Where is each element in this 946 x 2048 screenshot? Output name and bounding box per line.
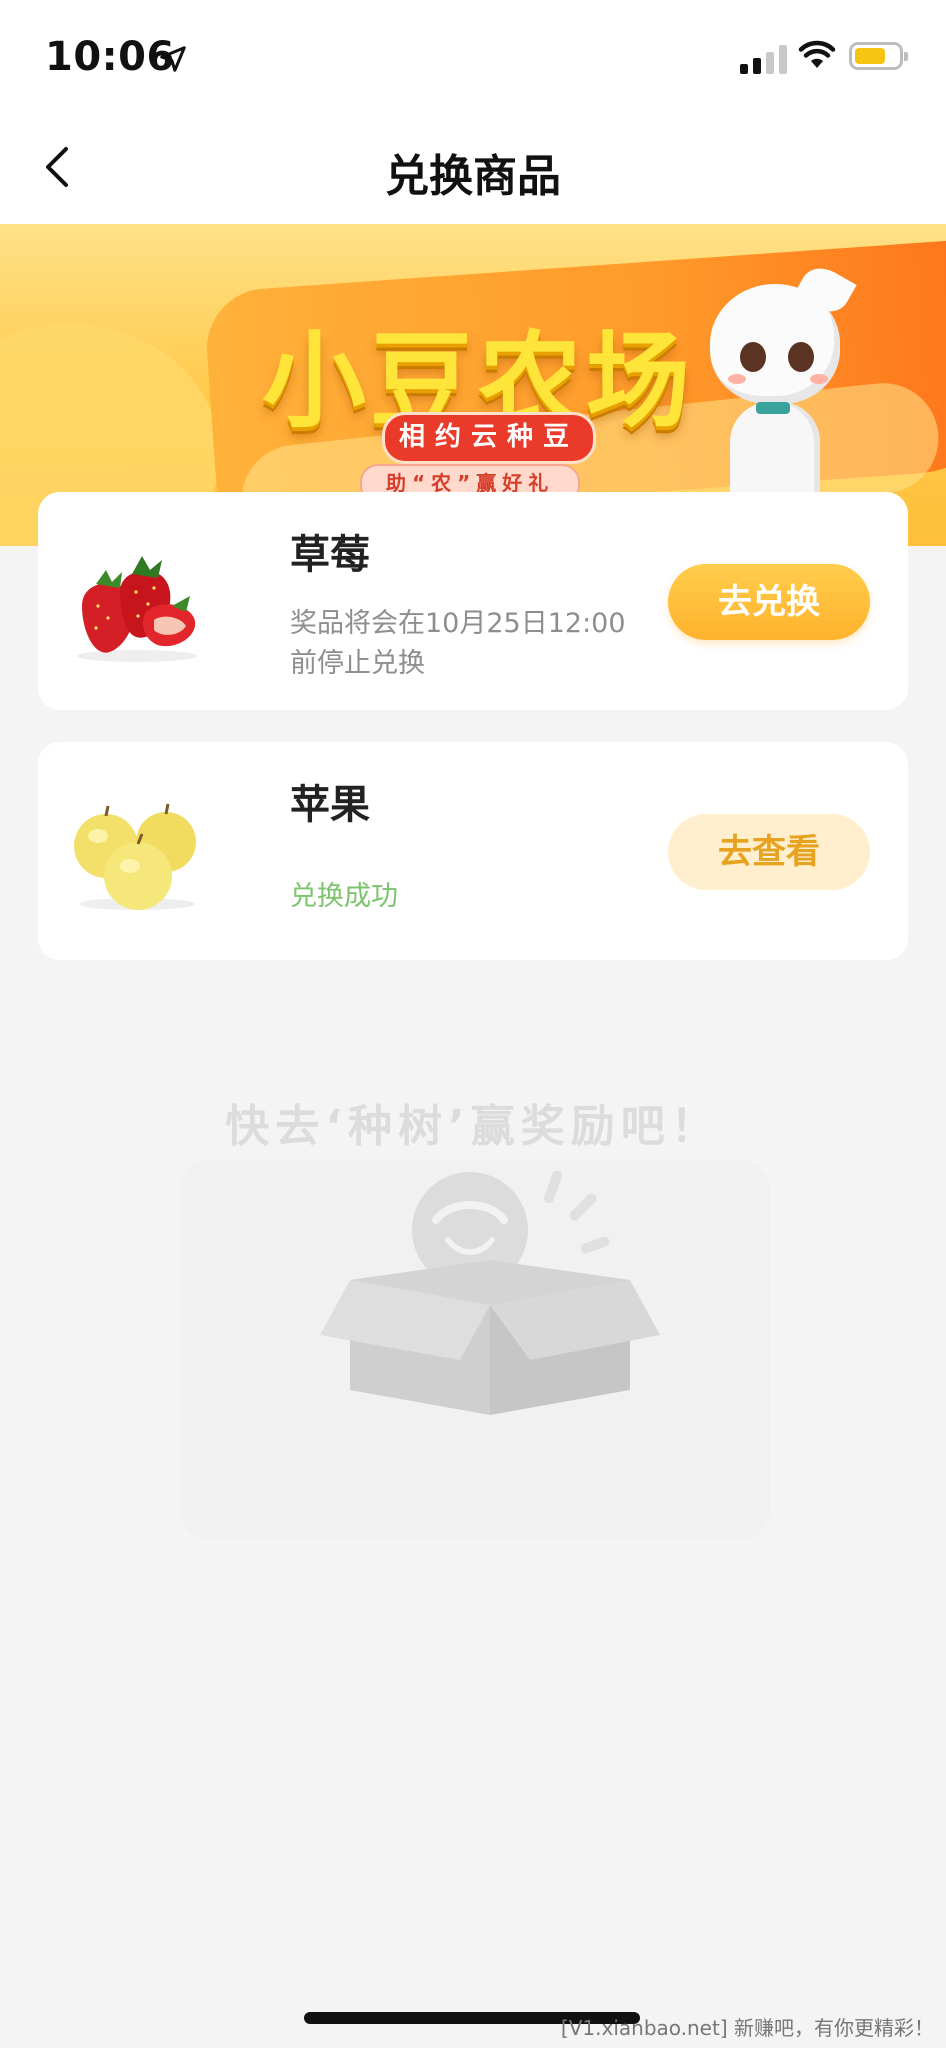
battery-icon bbox=[849, 42, 908, 70]
product-card-apple: 苹果 兑换成功 去查看 bbox=[38, 742, 908, 960]
strawberry-icon bbox=[77, 556, 197, 662]
watermark-text: [V1.xianbao.net] 新赚吧，有你更精彩！ bbox=[560, 2016, 934, 2040]
page-title: 兑换商品 bbox=[385, 151, 561, 202]
banner-subtitle: 相约云种豆 bbox=[382, 412, 597, 464]
status-time: 10:06 bbox=[45, 34, 175, 80]
redeem-status-text: 兑换成功 bbox=[290, 881, 398, 912]
product-name: 苹果 bbox=[290, 782, 370, 828]
empty-box-icon bbox=[320, 1170, 660, 1415]
product-name: 草莓 bbox=[290, 532, 370, 578]
wifi-icon bbox=[798, 40, 836, 68]
nav-bar: 兑换商品 bbox=[0, 112, 946, 224]
product-card-strawberry: 草莓 奖品将会在10月25日12:00前停止兑换 去兑换 bbox=[38, 492, 908, 710]
cellular-signal-icon bbox=[740, 44, 788, 74]
view-button[interactable]: 去查看 bbox=[668, 814, 870, 890]
location-arrow-icon bbox=[160, 46, 186, 72]
empty-state-message: 快去‘种树’赢奖励吧！ bbox=[225, 1101, 721, 1152]
apple-icon bbox=[74, 803, 196, 910]
redeem-button[interactable]: 去兑换 bbox=[668, 564, 870, 640]
product-deadline-text: 奖品将会在10月25日12:00前停止兑换 bbox=[290, 608, 626, 679]
status-bar: 10:06 bbox=[0, 0, 946, 112]
